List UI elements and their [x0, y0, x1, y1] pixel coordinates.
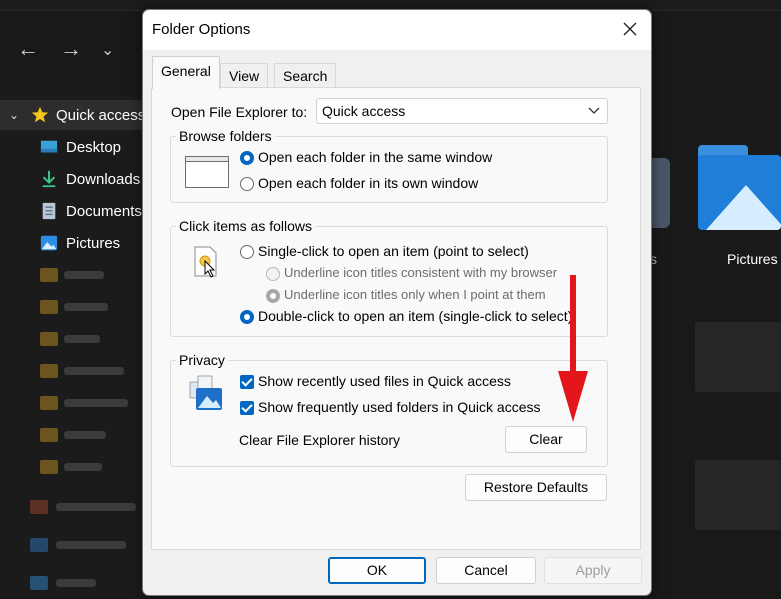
radio-underline-point[interactable] [266, 289, 280, 303]
folder-icon [40, 460, 58, 474]
pictures-folder-icon[interactable] [698, 145, 781, 230]
ok-button[interactable]: OK [328, 557, 426, 584]
download-icon [42, 170, 56, 188]
blurred-item [64, 399, 128, 407]
radio-single-click[interactable] [240, 245, 254, 259]
sidebar-item-documents[interactable]: Documents [0, 196, 145, 226]
window-icon [185, 156, 229, 188]
folder-icon [30, 538, 48, 552]
privacy-title: Privacy [176, 352, 228, 368]
radio-same-window[interactable] [240, 151, 254, 165]
clear-history-label: Clear File Explorer history [239, 432, 401, 448]
annotation-arrow-icon [558, 275, 588, 422]
desktop-icon [40, 140, 58, 153]
close-button[interactable] [609, 10, 651, 48]
blurred-item [56, 541, 126, 549]
sidebar-item-label: Quick access [56, 106, 146, 124]
restore-defaults-button[interactable]: Restore Defaults [465, 474, 607, 501]
recent-files-label: Show recently used files in Quick access [258, 373, 511, 389]
recent-locations-chevron-icon[interactable]: ⌄ [101, 40, 114, 62]
dialog-titlebar: Folder Options [143, 10, 651, 50]
open-to-label: Open File Explorer to: [171, 104, 308, 120]
dialog-title: Folder Options [152, 21, 251, 38]
star-icon [31, 106, 49, 123]
click-items-title: Click items as follows [176, 218, 316, 234]
same-window-label: Open each folder in the same window [258, 149, 493, 165]
explorer-sidebar: ⌄ Quick access Desktop Downloads Documen… [0, 96, 145, 599]
blurred-item [64, 367, 124, 375]
blurred-item [64, 463, 102, 471]
folder-icon [40, 300, 58, 314]
blurred-item [56, 503, 136, 511]
chevron-down-icon [588, 107, 600, 114]
radio-own-window[interactable] [240, 177, 254, 191]
blurred-item [56, 579, 96, 587]
sidebar-item-label: Pictures [66, 234, 121, 252]
folder-icon [40, 396, 58, 410]
clear-history-button[interactable]: Clear [505, 426, 587, 453]
tab-view[interactable]: View [220, 63, 269, 88]
blurred-item [64, 431, 106, 439]
sidebar-item-label: Desktop [66, 138, 122, 156]
folder-icon [40, 364, 58, 378]
sidebar-item-label: Downloads [66, 170, 141, 188]
browse-folders-group [170, 136, 608, 203]
quick-access-privacy-icon [189, 375, 222, 410]
sidebar-item-pictures[interactable]: Pictures [0, 228, 145, 258]
folder-icon [30, 500, 48, 514]
sidebar-item-downloads[interactable]: Downloads [0, 164, 145, 194]
sidebar-item-quick-access[interactable]: ⌄ Quick access [0, 100, 145, 130]
folder-icon [40, 268, 58, 282]
radio-underline-browser[interactable] [266, 267, 280, 281]
single-click-label: Single-click to open an item (point to s… [258, 243, 529, 259]
checkbox-recent-files[interactable] [240, 375, 254, 389]
forward-arrow-icon[interactable]: → [60, 38, 82, 60]
tab-search[interactable]: Search [274, 63, 337, 88]
blurred-thumbnail [695, 460, 781, 530]
cursor-click-icon [194, 246, 217, 278]
browse-folders-title: Browse folders [176, 128, 275, 144]
close-icon [623, 22, 637, 36]
own-window-label: Open each folder in its own window [258, 175, 479, 191]
tab-general[interactable]: General [152, 56, 220, 89]
underline-point-label: Underline icon titles only when I point … [284, 287, 546, 302]
folder-icon [30, 576, 48, 590]
sidebar-item-desktop[interactable]: Desktop [0, 132, 145, 162]
blurred-thumbnail [695, 322, 781, 392]
checkbox-frequent-folders[interactable] [240, 401, 254, 415]
pictures-icon [40, 235, 58, 251]
back-arrow-icon[interactable]: ← [17, 38, 39, 60]
pictures-folder-label: Pictures [727, 251, 778, 267]
open-to-value: Quick access [322, 103, 406, 119]
underline-browser-label: Underline icon titles consistent with my… [284, 265, 558, 280]
expand-chevron-icon[interactable]: ⌄ [9, 108, 19, 122]
document-icon [42, 202, 56, 220]
double-click-label: Double-click to open an item (single-cli… [258, 308, 573, 324]
radio-double-click[interactable] [240, 310, 254, 324]
folder-icon [40, 332, 58, 346]
blurred-item [64, 335, 100, 343]
blurred-item [64, 303, 108, 311]
sidebar-item-label: Documents [66, 202, 142, 220]
blurred-item [64, 271, 104, 279]
cancel-button[interactable]: Cancel [436, 557, 536, 584]
apply-button[interactable]: Apply [544, 557, 642, 584]
open-to-select[interactable]: Quick access [316, 98, 608, 124]
frequent-folders-label: Show frequently used folders in Quick ac… [258, 399, 541, 415]
folder-icon [40, 428, 58, 442]
